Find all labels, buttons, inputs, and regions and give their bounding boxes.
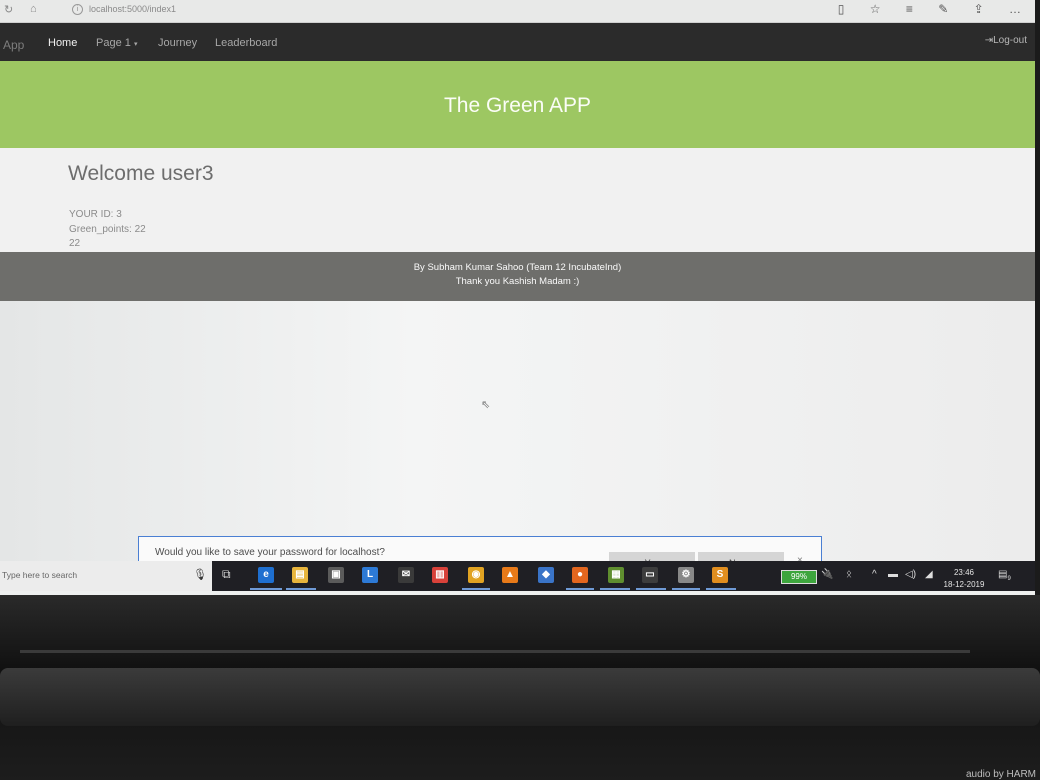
refresh-icon[interactable]: ↻: [4, 3, 13, 16]
terminal-icon[interactable]: ▭: [642, 567, 658, 583]
app-l-icon[interactable]: L: [362, 567, 378, 583]
red-app-icon[interactable]: ▥: [432, 567, 448, 583]
favorite-star-icon[interactable]: ☆: [870, 2, 881, 16]
nav-leaderboard[interactable]: Leaderboard: [215, 37, 277, 49]
nav-journey[interactable]: Journey: [158, 37, 197, 49]
nav-home[interactable]: Home: [48, 37, 77, 49]
active-app-indicator: [600, 588, 630, 590]
taskbar-search-placeholder: Type here to search: [2, 570, 78, 580]
more-icon[interactable]: …: [1009, 2, 1021, 16]
vlc-icon[interactable]: ▲: [502, 567, 518, 583]
settings-app-icon[interactable]: ⚙: [678, 567, 694, 583]
action-center-icon[interactable]: ▤9: [998, 569, 1011, 582]
welcome-heading: Welcome user3: [68, 162, 214, 185]
brand-link[interactable]: App: [3, 38, 24, 52]
network-icon[interactable]: ◢: [925, 569, 933, 580]
mail-icon[interactable]: ✉: [398, 567, 414, 583]
app-navbar: App Home Page 1 ▾ Journey Leaderboard ⇥L…: [0, 23, 1035, 61]
footer-credit: By Subham Kumar Sahoo (Team 12 IncubateI…: [413, 262, 622, 273]
browser-tools: ▯ ☆ ≡ ✎ ⇪ …: [816, 2, 1021, 16]
nav-page1-dropdown[interactable]: Page 1 ▾: [96, 37, 137, 49]
clock-date: 18-12-2019: [943, 580, 985, 589]
address-bar[interactable]: i localhost:5000/index1: [72, 4, 177, 16]
chrome-icon[interactable]: ◉: [468, 567, 484, 583]
laptop-hinge: [20, 650, 970, 653]
active-app-indicator: [566, 588, 594, 590]
active-app-indicator: [250, 588, 282, 590]
screen: ↻ ⌂ i localhost:5000/index1 ▯ ☆ ≡ ✎ ⇪ … A…: [0, 0, 1035, 595]
logout-link[interactable]: ⇥Log-out: [985, 35, 1027, 46]
battery-tray-icon[interactable]: ▬: [888, 569, 898, 580]
layers-app-icon[interactable]: ◆: [538, 567, 554, 583]
page-footer: By Subham Kumar Sahoo (Team 12 IncubateI…: [0, 252, 1035, 301]
active-app-indicator: [286, 588, 316, 590]
store-icon[interactable]: ▣: [328, 567, 344, 583]
active-app-indicator: [672, 588, 700, 590]
sublime-text-icon[interactable]: S: [712, 567, 728, 583]
share-icon[interactable]: ⇪: [974, 2, 984, 16]
clock-time: 23:46: [953, 568, 975, 577]
save-password-question: Would you like to save your password for…: [155, 547, 385, 558]
show-hidden-icons-icon[interactable]: ^: [872, 569, 877, 580]
notification-count: 9: [1007, 576, 1011, 582]
green-points-text: Green_points: 22: [69, 224, 146, 235]
microphone-icon[interactable]: 🎙: [193, 568, 207, 581]
logout-icon: ⇥: [984, 35, 994, 46]
welcome-section: Welcome user3 YOUR ID: 3 Green_points: 2…: [0, 148, 1035, 252]
mouse-cursor-icon: ⇖: [481, 399, 491, 411]
task-view-icon[interactable]: ⧉: [222, 567, 231, 582]
page-body-empty: [0, 301, 1035, 561]
people-icon[interactable]: ᛟ: [846, 569, 852, 580]
taskbar-clock[interactable]: 23:46 18-12-2019: [940, 567, 988, 591]
user-id-text: YOUR ID: 3: [69, 209, 122, 220]
home-icon[interactable]: ⌂: [30, 3, 37, 15]
active-app-indicator: [706, 588, 736, 590]
pen-icon[interactable]: ✎: [938, 2, 948, 16]
active-app-indicator: [462, 588, 490, 590]
nav-page1-label: Page 1: [96, 37, 131, 49]
battery-indicator[interactable]: 99%: [781, 570, 817, 584]
laptop-brand-text: audio by HARM: [965, 769, 1036, 780]
site-info-icon[interactable]: i: [72, 4, 83, 16]
browser-toolbar: ↻ ⌂ i localhost:5000/index1 ▯ ☆ ≡ ✎ ⇪ …: [0, 0, 1035, 23]
power-plug-icon[interactable]: 🔌: [821, 569, 833, 580]
windows-taskbar: Type here to search 🎙 ⧉ e ▤ ▣ L ✉ ▥ ◉ ▲ …: [0, 561, 1035, 591]
edge-browser-icon[interactable]: e: [258, 567, 274, 583]
active-app-indicator: [636, 588, 666, 590]
logout-label: Log-out: [993, 35, 1027, 46]
banner-title: The Green APP: [443, 94, 592, 117]
firefox-icon[interactable]: ●: [572, 567, 588, 583]
file-explorer-icon[interactable]: ▤: [292, 567, 308, 583]
favorites-list-icon[interactable]: ≡: [906, 2, 913, 16]
points-value-text: 22: [69, 238, 81, 249]
footer-thanks: Thank you Kashish Madam :): [455, 276, 580, 287]
taskbar-search-box[interactable]: Type here to search 🎙: [0, 561, 212, 591]
laptop-lip: [0, 668, 1040, 726]
caret-down-icon: ▾: [133, 41, 138, 48]
notepad-app-icon[interactable]: ▦: [608, 567, 624, 583]
address-bar-url: localhost:5000/index1: [89, 4, 177, 14]
volume-icon[interactable]: ◁): [905, 569, 916, 580]
reading-view-icon[interactable]: ▯: [838, 2, 845, 16]
hero-banner: The Green APP: [0, 61, 1035, 148]
